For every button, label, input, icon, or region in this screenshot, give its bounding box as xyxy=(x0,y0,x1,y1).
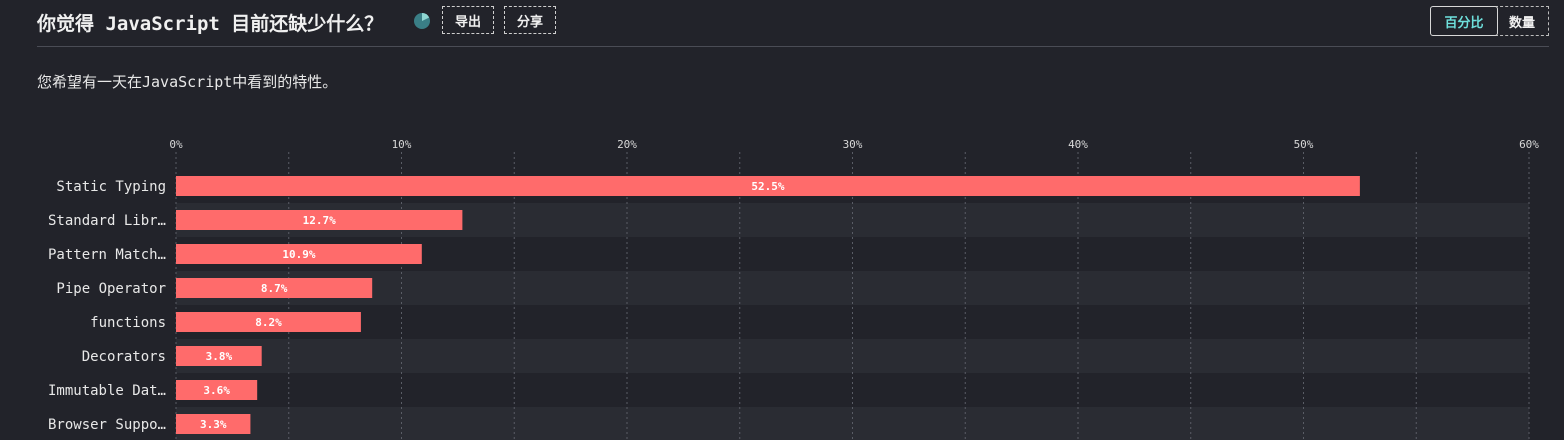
bar-value-label: 52.5% xyxy=(751,180,784,193)
x-tick-label: 0% xyxy=(169,138,183,151)
bar-chart: 0% 10% 20% 30% 40% 50% 60% Static Typing 52.5% St… xyxy=(48,138,1539,440)
bar-value-label: 10.9% xyxy=(282,248,315,261)
bar-value-label: 8.2% xyxy=(255,316,282,329)
x-tick-label: 20% xyxy=(617,138,637,151)
percent-toggle[interactable]: 百分比 xyxy=(1430,6,1498,36)
x-tick-label: 30% xyxy=(843,138,863,151)
x-tick-label: 60% xyxy=(1519,138,1539,151)
bar-value-label: 3.6% xyxy=(203,384,230,397)
category-label: functions xyxy=(90,315,166,331)
bar-value-label: 12.7% xyxy=(303,214,336,227)
category-label: Pipe Operator xyxy=(56,281,166,297)
x-tick-label: 50% xyxy=(1294,138,1314,151)
category-label: Decorators xyxy=(82,349,166,365)
x-tick-label: 10% xyxy=(392,138,412,151)
category-label: Pattern Match… xyxy=(48,247,166,263)
bar-value-label: 3.8% xyxy=(206,350,233,363)
bar-value-label: 8.7% xyxy=(261,282,288,295)
category-label: Immutable Dat… xyxy=(48,383,166,399)
category-label: Static Typing xyxy=(56,179,166,195)
category-label: Browser Suppo… xyxy=(48,417,166,433)
bar-value-label: 3.3% xyxy=(200,418,227,431)
category-label: Standard Libr… xyxy=(48,213,166,229)
x-tick-label: 40% xyxy=(1068,138,1088,151)
